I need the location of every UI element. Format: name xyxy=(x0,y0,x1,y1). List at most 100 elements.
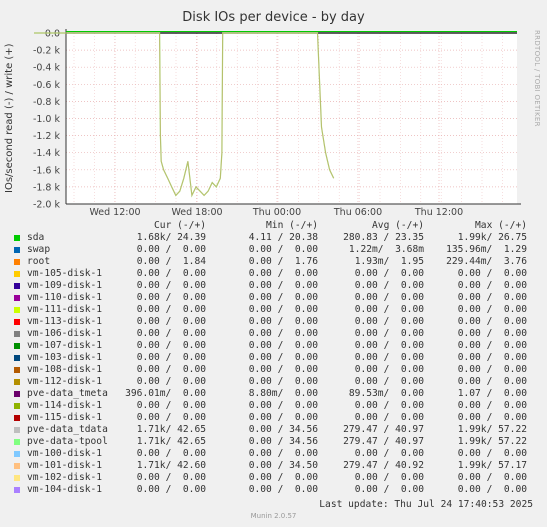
legend-max: 0.00 / 0.00 xyxy=(457,328,527,339)
legend-cur: 0.00 / 0.00 xyxy=(136,292,206,303)
legend-max: 229.44m/ 3.76 xyxy=(446,256,527,267)
legend-max: 0.00 / 0.00 xyxy=(457,412,527,423)
legend-cur: 0.00 / 0.00 xyxy=(136,304,206,315)
legend-cur: 0.00 / 0.00 xyxy=(136,364,206,375)
legend-avg: 0.00 / 0.00 xyxy=(354,280,424,291)
legend-name: swap xyxy=(27,244,51,255)
legend-max: 0.00 / 0.00 xyxy=(457,304,527,315)
legend-cur: 0.00 / 0.00 xyxy=(136,448,206,459)
legend-max: 0.00 / 0.00 xyxy=(457,292,527,303)
legend-row: pve-data-tpool 1.71k/ 42.65 0.00 / 34.56 27… xyxy=(0,436,547,448)
y-tick-label: -0.4 k xyxy=(33,63,61,74)
legend-avg: 0.00 / 0.00 xyxy=(354,316,424,327)
legend-cur: 0.00 / 0.00 xyxy=(136,472,206,483)
legend-avg: 0.00 / 0.00 xyxy=(354,400,424,411)
legend-swatch xyxy=(14,259,20,265)
last-update: Last update: Thu Jul 24 17:40:53 2025 xyxy=(319,499,533,510)
legend-name: vm-102-disk-1 xyxy=(27,472,103,483)
legend-row: swap 0.00 / 0.00 0.00 / 0.00 1.22m/ 3.68m 13… xyxy=(0,244,547,256)
header-min: Min (-/+) xyxy=(266,220,318,231)
legend-row: vm-105-disk-1 0.00 / 0.00 0.00 / 0.00 0.00 … xyxy=(0,268,547,280)
legend-max: 0.00 / 0.00 xyxy=(457,484,527,495)
legend-max: 1.99k/ 57.17 xyxy=(457,460,527,471)
legend-name: vm-106-disk-1 xyxy=(27,328,103,339)
legend-min: 0.00 / 34.56 xyxy=(248,436,318,447)
legend-cur: 0.00 / 0.00 xyxy=(136,376,206,387)
legend-avg: 0.00 / 0.00 xyxy=(354,472,424,483)
x-tick-label: Wed 18:00 xyxy=(171,207,222,218)
legend-name: pve-data-tpool xyxy=(27,436,108,447)
legend-avg: 0.00 / 0.00 xyxy=(354,412,424,423)
legend-cur: 0.00 / 0.00 xyxy=(136,484,206,495)
legend-swatch xyxy=(14,463,20,469)
legend-avg: 280.83 / 23.35 xyxy=(343,232,424,243)
legend-row: vm-113-disk-1 0.00 / 0.00 0.00 / 0.00 0.00 … xyxy=(0,316,547,328)
legend-max: 0.00 / 0.00 xyxy=(457,472,527,483)
legend-cur: 0.00 / 0.00 xyxy=(136,328,206,339)
legend-max: 0.00 / 0.00 xyxy=(457,316,527,327)
legend-name: vm-110-disk-1 xyxy=(27,292,103,303)
legend-row: vm-100-disk-1 0.00 / 0.00 0.00 / 0.00 0.00 … xyxy=(0,448,547,460)
legend-cur: 0.00 / 0.00 xyxy=(136,244,206,255)
legend-max: 1.99k/ 57.22 xyxy=(457,436,527,447)
legend-swatch xyxy=(14,475,20,481)
legend-min: 0.00 / 0.00 xyxy=(248,292,318,303)
legend-swatch xyxy=(14,343,20,349)
legend-swatch xyxy=(14,379,20,385)
legend-name: vm-103-disk-1 xyxy=(27,352,103,363)
legend-swatch xyxy=(14,427,20,433)
legend-row: pve-data_tmeta 396.01m/ 0.00 8.80m/ 0.00 89… xyxy=(0,388,547,400)
legend-swatch xyxy=(14,487,20,493)
legend-min: 0.00 / 0.00 xyxy=(248,328,318,339)
legend-max: 0.00 / 0.00 xyxy=(457,448,527,459)
legend-name: vm-111-disk-1 xyxy=(27,304,103,315)
y-tick-label: 0.0 xyxy=(45,29,60,40)
legend-min: 8.80m/ 0.00 xyxy=(248,388,318,399)
y-tick-label: -1.8 k xyxy=(33,182,61,193)
legend-cur: 1.71k/ 42.65 xyxy=(136,436,206,447)
legend-name: root xyxy=(27,256,51,267)
legend-name: vm-107-disk-1 xyxy=(27,340,103,351)
legend-min: 0.00 / 0.00 xyxy=(248,412,318,423)
legend-row: vm-110-disk-1 0.00 / 0.00 0.00 / 0.00 0.00 … xyxy=(0,292,547,304)
legend-avg: 0.00 / 0.00 xyxy=(354,484,424,495)
legend-cur: 396.01m/ 0.00 xyxy=(125,388,206,399)
legend-min: 0.00 / 0.00 xyxy=(248,400,318,411)
legend-min: 0.00 / 1.76 xyxy=(248,256,318,267)
x-tick-label: Thu 06:00 xyxy=(333,207,382,218)
legend-min: 0.00 / 0.00 xyxy=(248,364,318,375)
legend-swatch xyxy=(14,271,20,277)
y-tick-label: -0.2 k xyxy=(33,46,61,57)
legend-row: vm-106-disk-1 0.00 / 0.00 0.00 / 0.00 0.00 … xyxy=(0,328,547,340)
legend-min: 0.00 / 0.00 xyxy=(248,376,318,387)
legend-name: vm-115-disk-1 xyxy=(27,412,103,423)
legend-max: 0.00 / 0.00 xyxy=(457,268,527,279)
legend-swatch xyxy=(14,295,20,301)
legend-avg: 89.53m/ 0.00 xyxy=(348,388,424,399)
legend-swatch xyxy=(14,235,20,241)
legend-max: 0.00 / 0.00 xyxy=(457,280,527,291)
legend-name: vm-114-disk-1 xyxy=(27,400,103,411)
legend-row: vm-115-disk-1 0.00 / 0.00 0.00 / 0.00 0.00 … xyxy=(0,412,547,424)
legend-min: 0.00 / 0.00 xyxy=(248,244,318,255)
legend-row: vm-104-disk-1 0.00 / 0.00 0.00 / 0.00 0.00 … xyxy=(0,484,547,496)
header-avg: Avg (-/+) xyxy=(372,220,424,231)
legend-cur: 0.00 / 0.00 xyxy=(136,280,206,291)
legend-avg: 0.00 / 0.00 xyxy=(354,364,424,375)
legend-swatch xyxy=(14,319,20,325)
legend-row: vm-114-disk-1 0.00 / 0.00 0.00 / 0.00 0.00 … xyxy=(0,400,547,412)
legend-row: vm-107-disk-1 0.00 / 0.00 0.00 / 0.00 0.00 … xyxy=(0,340,547,352)
header-cur: Cur (-/+) xyxy=(154,220,206,231)
legend-avg: 0.00 / 0.00 xyxy=(354,340,424,351)
legend-avg: 0.00 / 0.00 xyxy=(354,328,424,339)
y-tick-label: -1.4 k xyxy=(33,148,61,159)
legend-avg: 279.47 / 40.97 xyxy=(343,436,424,447)
legend-min: 4.11 / 20.38 xyxy=(248,232,318,243)
legend-name: vm-101-disk-1 xyxy=(27,460,103,471)
legend-name: vm-112-disk-1 xyxy=(27,376,103,387)
legend-max: 0.00 / 0.00 xyxy=(457,352,527,363)
legend-swatch xyxy=(14,415,20,421)
x-tick-label: Thu 12:00 xyxy=(414,207,463,218)
legend-avg: 1.22m/ 3.68m xyxy=(348,244,424,255)
legend-name: vm-109-disk-1 xyxy=(27,280,103,291)
